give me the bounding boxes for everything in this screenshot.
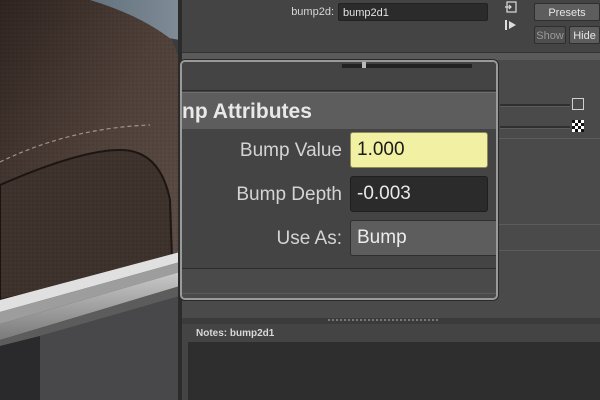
magnified-slider[interactable]: [342, 62, 472, 68]
divider: [492, 250, 600, 251]
output-connections-icon[interactable]: [504, 18, 518, 32]
hide-button[interactable]: Hide: [569, 26, 600, 44]
notes-label: Notes: bump2d1: [196, 328, 275, 339]
presets-button[interactable]: Presets: [534, 3, 600, 21]
splitter-grip[interactable]: [328, 319, 438, 321]
focus-node-icon[interactable]: [504, 0, 518, 14]
bump-depth-label: Bump Depth: [236, 184, 342, 205]
viewport-3d[interactable]: [0, 0, 180, 400]
connect-input-icon[interactable]: [572, 98, 584, 110]
node-name-field[interactable]: bump2d1: [338, 3, 488, 21]
use-as-dropdown[interactable]: Bump: [350, 220, 496, 256]
magnified-bottom-section: [182, 268, 496, 298]
slider-track[interactable]: [500, 104, 570, 107]
divider: [492, 138, 600, 139]
notes-splitter[interactable]: [182, 318, 600, 324]
use-as-label: Use As:: [276, 228, 342, 249]
slider-track[interactable]: [500, 126, 570, 129]
slider-handle[interactable]: [362, 62, 366, 68]
magnified-top-bar: [182, 62, 496, 91]
node-header-row: bump2d: bump2d1 Presets Show Hide: [182, 0, 600, 52]
leather-render-image: [0, 0, 180, 400]
bump-depth-field[interactable]: -0.003: [350, 176, 488, 212]
show-button[interactable]: Show: [534, 26, 566, 44]
notes-textarea[interactable]: [188, 342, 600, 400]
checker-texture-icon[interactable]: [572, 120, 584, 132]
divider: [492, 224, 600, 225]
bump-value-field[interactable]: 1.000: [350, 132, 488, 168]
section-title: np Attributes: [182, 100, 312, 123]
node-type-label: bump2d:: [291, 6, 334, 18]
divider: [182, 293, 496, 294]
magnified-attribute-panel: np Attributes Bump Value 1.000 Bump Dept…: [180, 60, 498, 300]
bump-value-label: Bump Value: [239, 140, 342, 161]
section-header-bump-attributes[interactable]: np Attributes: [182, 92, 496, 130]
